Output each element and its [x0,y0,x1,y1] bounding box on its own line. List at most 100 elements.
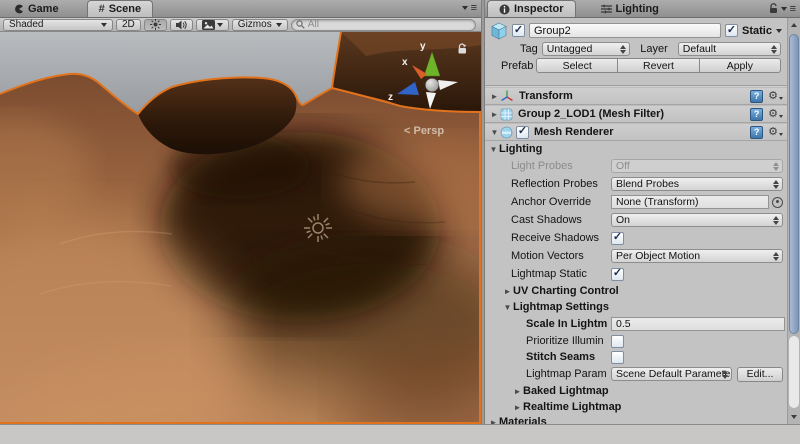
scene-pane-menu[interactable]: ≡ [461,2,477,14]
prefab-label: Prefab [501,59,534,72]
lightmap-parameters-value: Scene Default Parameters [616,368,732,380]
cube-icon [491,22,507,39]
lighting-section-label: Lighting [499,143,543,155]
tab-inspector[interactable]: Inspector [487,0,576,17]
foldout-closed-icon[interactable]: ► [489,92,500,101]
tag-dropdown[interactable]: Untagged [541,41,630,56]
tag-layer-row: Tag Untagged Layer Default [485,40,787,57]
lightmap-static-label: Lightmap Static [511,268,587,280]
gizmos-dropdown[interactable]: Gizmos [231,18,288,31]
gameobject-enabled-checkbox[interactable]: ✓ [512,24,525,37]
uv-charting-foldout[interactable]: ► UV Charting Control [485,283,787,299]
persp-label[interactable]: < Persp [404,125,444,137]
baked-lightmap-foldout[interactable]: ► Baked Lightmap [485,383,787,399]
scene-lighting-toggle[interactable] [143,18,167,31]
prioritize-illumination-checkbox[interactable] [611,334,624,348]
scrollbar-track[interactable] [789,336,799,408]
z-axis-label: z [388,92,393,103]
mesh-renderer-title: Mesh Renderer [534,126,614,138]
prioritize-illumination-label: Prioritize Illumin [526,335,604,347]
receive-shadows-checkbox[interactable]: ✓ [611,231,624,245]
stitch-seams-checkbox[interactable] [611,350,624,364]
chevron-down-icon [216,22,223,27]
prefab-revert-button[interactable]: Revert [617,58,700,73]
help-icon[interactable]: ? [750,107,764,121]
foldout-closed-icon: ► [513,402,522,412]
lightmap-static-row: Lightmap Static ✓ [485,265,787,283]
light-probes-value: Off [616,160,630,172]
foldout-closed-icon[interactable]: ► [489,110,500,119]
lightmap-parameters-dropdown[interactable]: Scene Default Parameters [611,367,732,381]
2d-toggle-button[interactable]: 2D [116,18,141,31]
inspector-pane-menu[interactable]: ≡ [769,3,796,14]
effects-dropdown[interactable] [195,18,229,31]
inspector-scrollbar[interactable] [787,18,800,424]
scene-search-input[interactable] [307,19,469,30]
pane-menu-arrow-icon [461,6,468,10]
gizmo-hub[interactable] [425,78,439,92]
inspector-tabbar: Inspector Lighting ≡ [485,0,800,18]
prefab-select-label: Select [562,59,592,72]
scrollbar-thumb[interactable] [789,34,799,334]
scene-search-box[interactable] [290,18,476,31]
gizmos-label: Gizmos [237,19,272,30]
gameobject-header: ✓ ✓ Static [485,18,787,40]
gear-icon: ⚙ [768,107,778,120]
mesh-renderer-enabled-checkbox[interactable]: ✓ [516,125,529,139]
lightmap-settings-foldout[interactable]: ▼ Lightmap Settings [485,299,787,315]
materials-foldout[interactable]: ► Materials [485,415,787,424]
mesh-renderer-component-header[interactable]: ▼ ✓ Mesh Renderer ? ⚙ [485,123,787,141]
static-dropdown-arrow-icon[interactable] [776,28,782,33]
scale-in-lightmap-field[interactable] [611,317,785,331]
inspector-content: ✓ ✓ Static Tag Untagged Layer Default [485,18,787,424]
component-menu[interactable]: ⚙ [768,126,783,138]
draw-mode-dropdown[interactable]: Shaded [3,18,113,31]
layer-dropdown[interactable]: Default [677,41,781,56]
transform-icon [501,90,513,102]
static-checkbox[interactable]: ✓ [725,24,739,37]
component-menu[interactable]: ⚙ [768,89,783,102]
tab-scene[interactable]: # Scene [86,0,154,17]
mesh-filter-component-header[interactable]: ► Group 2_LOD1 (Mesh Filter) ? ⚙ [485,105,787,123]
lighting-foldout[interactable]: ▼ Lighting [485,141,787,157]
lock-icon[interactable] [769,3,778,14]
help-icon[interactable]: ? [750,125,764,139]
anchor-override-field[interactable] [611,195,769,209]
prefab-apply-label: Apply [726,59,753,72]
tab-lighting[interactable]: Lighting [590,0,670,17]
window-bottom-bar [0,424,800,444]
baked-lightmap-label: Baked Lightmap [523,385,609,397]
reflection-probes-dropdown[interactable]: Blend Probes [611,177,783,191]
tab-scene-label: Scene [108,3,142,15]
transform-component-header[interactable]: ► Transform ? ⚙ [485,87,787,105]
pane-menu-arrow-icon [780,6,787,11]
mesh-filter-title: Group 2_LOD1 (Mesh Filter) [518,108,665,120]
check-icon: ✓ [612,231,623,243]
lightmap-static-checkbox[interactable]: ✓ [611,267,624,281]
cast-shadows-row: Cast Shadows On [485,211,787,229]
cast-shadows-dropdown[interactable]: On [611,213,783,227]
edit-parameters-button[interactable]: Edit... [737,366,783,382]
pane-menu-icon: ≡ [470,2,477,14]
realtime-lightmap-foldout[interactable]: ► Realtime Lightmap [485,399,787,415]
mesh-filter-icon [500,108,513,120]
object-picker-icon[interactable] [772,196,783,208]
lightmap-settings-label: Lightmap Settings [513,301,609,313]
scene-audio-toggle[interactable] [169,18,193,31]
chevron-down-icon [275,22,282,27]
foldout-open-icon[interactable]: ▼ [489,128,500,137]
gear-icon: ⚙ [768,89,778,102]
help-icon[interactable]: ? [750,89,764,103]
reflection-probes-value: Blend Probes [616,178,680,190]
scene-viewport[interactable]: < Persp y x z [0,32,481,424]
tab-game[interactable]: Game [3,0,70,17]
prefab-apply-button[interactable]: Apply [698,58,781,73]
prefab-select-button[interactable]: Select [536,58,619,73]
scroll-up-arrow-icon[interactable] [788,19,800,31]
tab-game-label: Game [28,2,59,15]
gameobject-name-field[interactable] [529,23,722,38]
sun-icon [149,19,161,30]
scroll-down-arrow-icon[interactable] [788,411,800,423]
motion-vectors-dropdown[interactable]: Per Object Motion [611,249,783,263]
component-menu[interactable]: ⚙ [768,107,783,120]
